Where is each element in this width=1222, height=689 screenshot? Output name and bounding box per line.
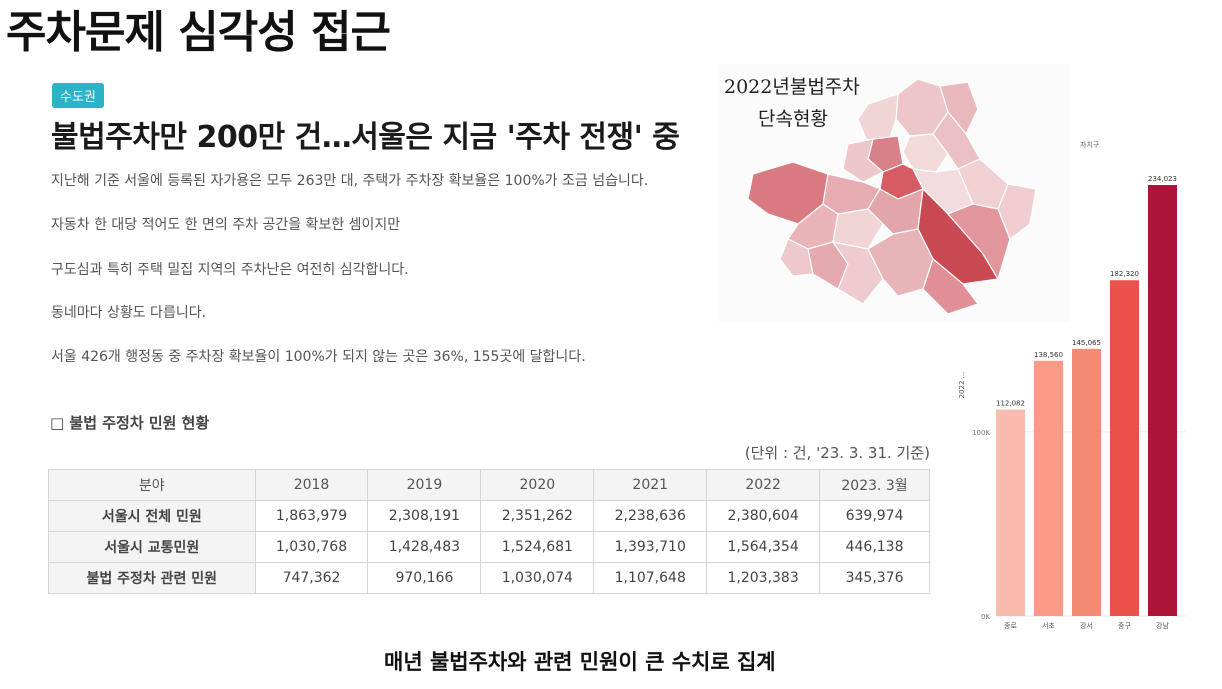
table-header-cell: 2021 bbox=[593, 469, 708, 501]
x-tick-label: 서초 bbox=[1042, 621, 1055, 630]
table-cell: 1,393,710 bbox=[593, 531, 708, 563]
table-header-cell: 2022 bbox=[706, 469, 821, 501]
category-badge[interactable]: 수도권 bbox=[52, 83, 104, 108]
table-cell: 1,428,483 bbox=[367, 531, 482, 563]
table-cell: 970,166 bbox=[367, 562, 482, 594]
bar-value-label: 182,320 bbox=[1110, 270, 1139, 278]
table-cell: 1,863,979 bbox=[254, 500, 369, 532]
bar-종로[interactable] bbox=[996, 409, 1025, 616]
y-tick-label: 100K bbox=[972, 429, 990, 437]
table-header-cell: 2018 bbox=[254, 469, 369, 501]
table-cell: 2,351,262 bbox=[480, 500, 595, 532]
article-paragraph: 자동차 한 대당 적어도 한 면의 주차 공간을 확보한 셈이지만 bbox=[51, 217, 401, 233]
table-cell: 2,238,636 bbox=[593, 500, 708, 532]
bar-chart-svg: 0K 100K 112,082 종로 138,560 서초 145,065 강서 182,32… bbox=[958, 175, 1186, 630]
table-cell: 446,138 bbox=[819, 531, 930, 563]
page-title: 주차문제 심각성 접근 bbox=[6, 7, 391, 58]
x-tick-label: 종로 bbox=[1004, 622, 1017, 630]
side-legend-label: 자치구 bbox=[1080, 141, 1100, 149]
table-row: 서울시 전체 민원 1,863,979 2,308,191 2,351,262 … bbox=[48, 500, 930, 532]
table-row-label: 서울시 전체 민원 bbox=[48, 500, 256, 532]
bar-value-label: 112,082 bbox=[996, 400, 1025, 408]
table-cell: 1,203,383 bbox=[706, 562, 821, 594]
bar-value-label: 138,560 bbox=[1034, 351, 1063, 359]
complaints-table: 분야 2018 2019 2020 2021 2022 2023. 3월 서울시… bbox=[48, 469, 930, 594]
article-paragraph: 구도심과 특히 주택 밀집 지역의 주차난은 여전히 심각합니다. bbox=[51, 262, 409, 278]
table-row: 서울시 교통민원 1,030,768 1,428,483 1,524,681 1… bbox=[48, 531, 930, 563]
x-tick-label: 중구 bbox=[1118, 622, 1131, 630]
slide-caption: 매년 불법주차와 관련 민원이 큰 수치로 집계 bbox=[384, 650, 776, 674]
bar-중구[interactable] bbox=[1110, 280, 1139, 616]
table-cell: 1,564,354 bbox=[706, 531, 821, 563]
table-cell: 747,362 bbox=[254, 562, 369, 594]
table-cell: 1,107,648 bbox=[593, 562, 708, 594]
table-unit-note: (단위 : 건, '23. 3. 31. 기준) bbox=[744, 444, 930, 462]
bar-서초[interactable] bbox=[1034, 360, 1063, 616]
table-header-cell: 2020 bbox=[480, 469, 595, 501]
y-axis-title: 2022 ... bbox=[958, 372, 966, 399]
table-cell: 345,376 bbox=[819, 562, 930, 594]
article-paragraph: 지난해 기준 서울에 등록된 자가용은 모두 263만 대, 주택가 주차장 확… bbox=[51, 173, 649, 189]
map-title-line2: 단속현황 bbox=[758, 108, 828, 130]
table-row: 불법 주정차 관련 민원 747,362 970,166 1,030,074 1… bbox=[48, 562, 930, 594]
map-title-line1: 2022년불법주차 bbox=[724, 76, 860, 98]
y-tick-label: 0K bbox=[981, 613, 990, 621]
table-cell: 2,308,191 bbox=[367, 500, 482, 532]
table-cell: 639,974 bbox=[819, 500, 930, 532]
table-row-label: 불법 주정차 관련 민원 bbox=[48, 562, 256, 594]
table-cell: 1,030,074 bbox=[480, 562, 595, 594]
article-headline: 불법주차만 200만 건…서울은 지금 '주차 전쟁' 중 bbox=[51, 120, 680, 155]
x-tick-label: 강서 bbox=[1080, 621, 1093, 630]
bar-value-label: 234,023 bbox=[1148, 175, 1177, 183]
bar-강서[interactable] bbox=[1072, 348, 1101, 616]
table-header-cell: 2019 bbox=[367, 469, 482, 501]
table-header-cell: 분야 bbox=[48, 469, 256, 501]
table-row-label: 서울시 교통민원 bbox=[48, 531, 256, 563]
table-cell: 2,380,604 bbox=[706, 500, 821, 532]
x-tick-label: 강남 bbox=[1156, 621, 1169, 630]
table-cell: 1,524,681 bbox=[480, 531, 595, 563]
article-paragraph: 서울 426개 행정동 중 주차장 확보율이 100%가 되지 않는 곳은 36… bbox=[51, 349, 586, 365]
table-header-row: 분야 2018 2019 2020 2021 2022 2023. 3월 bbox=[48, 469, 930, 501]
parking-bar-chart: 0K 100K 112,082 종로 138,560 서초 145,065 강서 182,32… bbox=[946, 160, 1196, 640]
table-section-title: □ 불법 주정차 민원 현황 bbox=[50, 414, 210, 432]
bar-강남[interactable] bbox=[1148, 185, 1177, 617]
table-cell: 1,030,768 bbox=[254, 531, 369, 563]
article-paragraph: 동네마다 상황도 다릅니다. bbox=[51, 305, 207, 321]
table-header-cell: 2023. 3월 bbox=[819, 469, 930, 501]
bar-value-label: 145,065 bbox=[1072, 339, 1101, 347]
